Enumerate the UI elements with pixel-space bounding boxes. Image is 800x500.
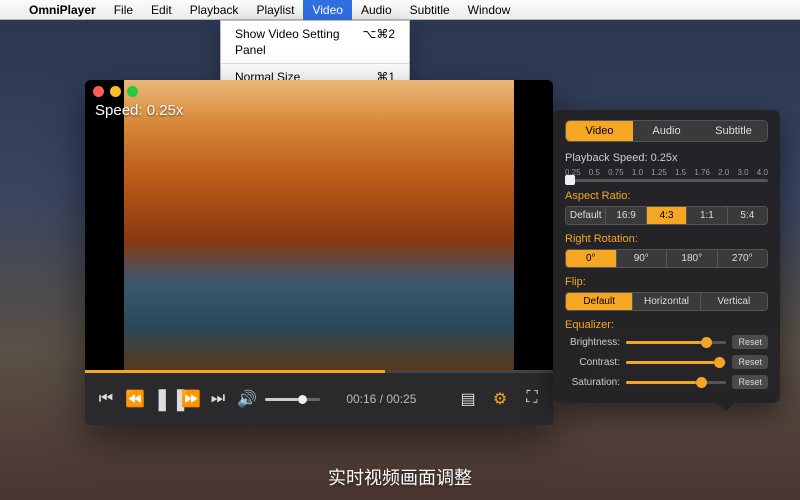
panel-pointer (718, 395, 735, 412)
prev-track-icon[interactable]: ⏮ (97, 390, 115, 408)
eq-contrast-reset[interactable]: Reset (732, 355, 768, 369)
menu-separator (221, 63, 409, 64)
eq-contrast-label: Contrast: (565, 357, 620, 368)
eq-brightness-label: Brightness: (565, 337, 620, 348)
volume-slider[interactable] (265, 398, 320, 401)
close-icon[interactable] (93, 86, 104, 97)
playback-speed-label: Playback Speed: 0.25x (565, 152, 768, 164)
fullscreen-icon[interactable]: ⛶ (523, 389, 541, 409)
minimize-icon[interactable] (110, 86, 121, 97)
flip-segment: Default Horizontal Vertical (565, 292, 768, 311)
eq-saturation-label: Saturation: (565, 377, 620, 388)
player-window: Speed: 0.25x ⏮ ⏪ ❚❚ ⏩ ⏭ 🔊 00:16 / 00:25 … (85, 80, 553, 425)
rotation-segment: 0° 90° 180° 270° (565, 249, 768, 268)
menu-edit[interactable]: Edit (142, 0, 181, 20)
rot-0[interactable]: 0° (566, 250, 617, 267)
eq-saturation-slider[interactable] (626, 381, 726, 384)
player-controls: ⏮ ⏪ ❚❚ ⏩ ⏭ 🔊 00:16 / 00:25 ▤ ⚙ ⛶ (85, 373, 553, 425)
rotation-label: Right Rotation: (565, 233, 768, 245)
eq-saturation-row: Saturation: Reset (565, 375, 768, 389)
rot-180[interactable]: 180° (667, 250, 718, 267)
eq-contrast-slider[interactable] (626, 361, 726, 364)
menu-video[interactable]: Video (303, 0, 351, 20)
aspect-label: Aspect Ratio: (565, 190, 768, 202)
flip-label: Flip: (565, 276, 768, 288)
equalizer-label: Equalizer: (565, 319, 768, 331)
tab-video[interactable]: Video (566, 121, 633, 141)
menu-subtitle[interactable]: Subtitle (401, 0, 459, 20)
eq-contrast-row: Contrast: Reset (565, 355, 768, 369)
rot-270[interactable]: 270° (718, 250, 768, 267)
aspect-seg-default[interactable]: Default (566, 207, 606, 224)
menu-file[interactable]: File (105, 0, 142, 20)
forward-icon[interactable]: ⏩ (181, 389, 199, 409)
aspect-segment: Default 16:9 4:3 1:1 5:4 (565, 206, 768, 225)
eq-brightness-row: Brightness: Reset (565, 335, 768, 349)
video-area[interactable] (85, 80, 553, 370)
playlist-icon[interactable]: ▤ (459, 389, 477, 409)
zoom-icon[interactable] (127, 86, 138, 97)
eq-brightness-reset[interactable]: Reset (732, 335, 768, 349)
speed-overlay: Speed: 0.25x (95, 102, 183, 119)
tab-subtitle[interactable]: Subtitle (700, 121, 767, 141)
eq-saturation-reset[interactable]: Reset (732, 375, 768, 389)
gear-icon[interactable]: ⚙ (491, 389, 509, 409)
menu-window[interactable]: Window (459, 0, 520, 20)
video-settings-panel: Video Audio Subtitle Playback Speed: 0.2… (553, 110, 780, 403)
aspect-seg-169[interactable]: 16:9 (606, 207, 646, 224)
rot-90[interactable]: 90° (617, 250, 668, 267)
speed-slider[interactable] (565, 179, 768, 182)
rewind-icon[interactable]: ⏪ (125, 389, 143, 409)
aspect-seg-54[interactable]: 5:4 (728, 207, 767, 224)
caption-text: 实时视频画面调整 (0, 464, 800, 490)
flip-horizontal[interactable]: Horizontal (633, 293, 700, 310)
window-traffic-lights (93, 86, 138, 97)
menu-audio[interactable]: Audio (352, 0, 401, 20)
volume-icon[interactable]: 🔊 (237, 389, 255, 409)
menubar: OmniPlayer File Edit Playback Playlist V… (0, 0, 800, 20)
flip-default[interactable]: Default (566, 293, 633, 310)
speed-ticks: 0.250.50.751.01.251.51.762.03.04.0 (565, 168, 768, 177)
menu-app[interactable]: OmniPlayer (20, 0, 105, 20)
panel-tabs: Video Audio Subtitle (565, 120, 768, 142)
eq-brightness-slider[interactable] (626, 341, 726, 344)
menu-playback[interactable]: Playback (181, 0, 248, 20)
aspect-seg-11[interactable]: 1:1 (687, 207, 727, 224)
video-content (124, 80, 514, 370)
pause-icon[interactable]: ❚❚ (153, 386, 171, 412)
menu-row-show-setting[interactable]: Show Video Setting Panel⌥⌘2 (221, 24, 409, 60)
menu-playlist[interactable]: Playlist (247, 0, 303, 20)
flip-vertical[interactable]: Vertical (701, 293, 767, 310)
aspect-seg-43[interactable]: 4:3 (647, 207, 687, 224)
tab-audio[interactable]: Audio (633, 121, 700, 141)
time-display: 00:16 / 00:25 (346, 392, 416, 406)
next-track-icon[interactable]: ⏭ (209, 390, 227, 408)
